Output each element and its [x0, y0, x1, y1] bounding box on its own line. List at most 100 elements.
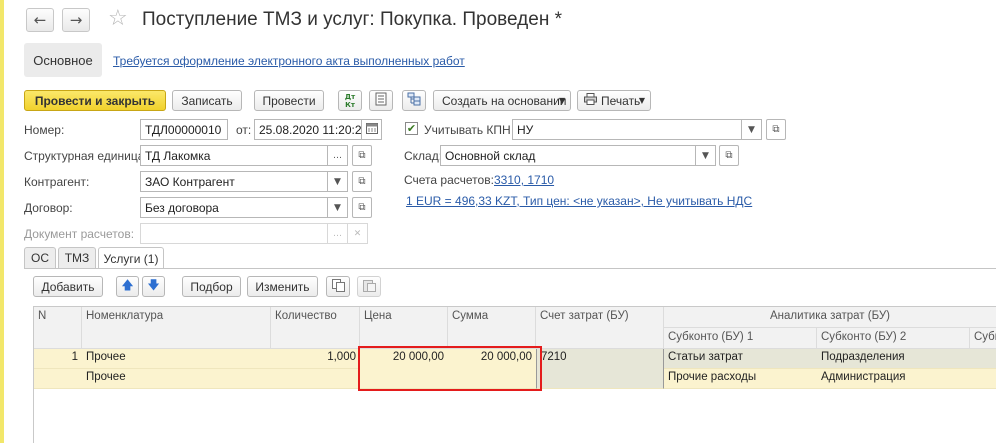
cell-subkonto-3-value [970, 369, 996, 389]
cell-nomenclature[interactable]: Прочее [82, 349, 271, 369]
col-header-subkonto-1[interactable]: Субконто (БУ) 1 [664, 328, 817, 349]
warehouse-field[interactable]: Основной склад [440, 145, 696, 166]
move-up-button[interactable]: 🡅 [116, 276, 139, 297]
contract-field[interactable]: Без договора [140, 197, 328, 218]
back-button[interactable]: ← [26, 8, 54, 32]
unit-field[interactable]: ТД Лакомка [140, 145, 328, 166]
warehouse-open-button[interactable]: ⧉ [719, 145, 739, 166]
unit-label: Структурная единица: [24, 149, 148, 163]
calendar-button[interactable] [362, 119, 382, 140]
ellipsis-icon: … [333, 228, 342, 239]
col-header-nomenclature[interactable]: Номенклатура [82, 307, 271, 349]
unit-select-button[interactable]: … [328, 145, 348, 166]
list-icon [375, 92, 387, 109]
print-menu[interactable]: Печать ▼ [577, 90, 651, 111]
print-label: Печать [601, 93, 641, 108]
contract-label: Договор: [24, 201, 73, 215]
edit-button[interactable]: Изменить [247, 276, 318, 297]
open-icon: ⧉ [358, 202, 366, 213]
dropdown-caret-icon: ▼ [334, 202, 341, 213]
cell-subkonto-2[interactable]: Подразделения [817, 349, 970, 369]
ellipsis-icon: … [333, 150, 342, 161]
forward-arrow-icon: → [69, 11, 83, 29]
unit-open-button[interactable]: ⧉ [352, 145, 372, 166]
col-header-price[interactable]: Цена [360, 307, 448, 349]
journal-button[interactable] [369, 90, 393, 111]
accounts-link[interactable]: 3310, 1710 [494, 173, 554, 187]
exchange-rate-link[interactable]: 1 EUR = 496,33 KZT, Тип цен: <не указан>… [406, 194, 752, 208]
create-based-on-menu[interactable]: Создать на основании ▼ [433, 90, 571, 111]
kpn-field[interactable]: НУ [512, 119, 742, 140]
warehouse-dropdown-button[interactable]: ▼ [696, 145, 716, 166]
back-arrow-icon: ← [33, 11, 47, 29]
cell-cost-account[interactable]: 7210 [536, 349, 664, 389]
col-header-analytics[interactable]: Аналитика затрат (БУ) [664, 307, 996, 328]
col-header-subkonto-2[interactable]: Субконто (БУ) 2 [817, 328, 970, 349]
create-based-label: Создать на основании [442, 93, 567, 108]
settlement-doc-field[interactable] [140, 223, 328, 244]
tab-os[interactable]: ОС [24, 247, 56, 268]
col-header-cost-account[interactable]: Счет затрат (БУ) [536, 307, 664, 349]
calendar-icon [365, 122, 378, 137]
left-accent-strip [0, 0, 4, 443]
cell-quantity[interactable]: 1,000 [271, 349, 360, 369]
favorite-star-icon[interactable]: ☆ [108, 6, 128, 31]
tab-tmz[interactable]: ТМЗ [58, 247, 96, 268]
open-icon: ⧉ [358, 150, 366, 161]
structure-button[interactable] [402, 90, 426, 111]
counterparty-open-button[interactable]: ⧉ [352, 171, 372, 192]
col-header-sum[interactable]: Сумма [448, 307, 536, 349]
date-label: от: [236, 123, 252, 137]
e-act-notice-link[interactable]: Требуется оформление электронного акта в… [113, 54, 465, 68]
cell-n-sub [34, 369, 82, 389]
dt-kt-icon: Дт Кт [344, 92, 356, 109]
move-down-button[interactable]: 🡇 [142, 276, 165, 297]
cell-n[interactable]: 1 [34, 349, 82, 369]
counterparty-label: Контрагент: [24, 175, 90, 189]
cell-quantity-sub [271, 369, 360, 389]
contract-open-button[interactable]: ⧉ [352, 197, 372, 218]
kpn-label: Учитывать КПН [424, 123, 511, 137]
post-and-close-button[interactable]: Провести и закрыть [24, 90, 166, 111]
arrow-down-icon: 🡇 [147, 278, 160, 292]
tab-divider [24, 268, 996, 269]
date-field[interactable]: 25.08.2020 11:20:22 [254, 119, 362, 140]
accounts-label: Счета расчетов: [404, 173, 494, 187]
cell-subkonto-1-value[interactable]: Прочие расходы [664, 369, 817, 389]
open-icon: ⧉ [725, 150, 733, 161]
clear-icon: ✕ [353, 228, 362, 239]
cell-nomenclature-sub[interactable]: Прочее [82, 369, 271, 389]
contract-dropdown-button[interactable]: ▼ [328, 197, 348, 218]
col-header-subkonto-3[interactable]: Субко [970, 328, 996, 349]
kpn-dropdown-button[interactable]: ▼ [742, 119, 762, 140]
cell-subkonto-1[interactable]: Статьи затрат [664, 349, 817, 369]
col-header-quantity[interactable]: Количество [271, 307, 360, 349]
paste-icon [362, 279, 376, 295]
paste-button[interactable] [357, 276, 381, 297]
number-label: Номер: [24, 123, 65, 137]
open-icon: ⧉ [772, 124, 780, 135]
cell-subkonto-2-value[interactable]: Администрация [817, 369, 970, 389]
settlement-doc-clear-button[interactable]: ✕ [348, 223, 368, 244]
counterparty-field[interactable]: ЗАО Контрагент [140, 171, 328, 192]
kpn-open-button[interactable]: ⧉ [766, 119, 786, 140]
post-button[interactable]: Провести [254, 90, 324, 111]
tab-services[interactable]: Услуги (1) [98, 247, 164, 269]
add-row-button[interactable]: Добавить [33, 276, 103, 297]
copy-button[interactable] [326, 276, 350, 297]
main-section-tab[interactable]: Основное [24, 43, 102, 77]
save-button[interactable]: Записать [172, 90, 242, 111]
dt-kt-button[interactable]: Дт Кт [338, 90, 362, 111]
col-header-n[interactable]: N [34, 307, 82, 349]
cell-subkonto-3[interactable] [970, 349, 996, 369]
pick-button[interactable]: Подбор [182, 276, 241, 297]
forward-button[interactable]: → [62, 8, 90, 32]
kpn-checkbox[interactable]: ✔ [405, 122, 418, 135]
page-title: Поступление ТМЗ и услуг: Покупка. Провед… [142, 9, 563, 30]
settlement-doc-select-button[interactable]: … [328, 223, 348, 244]
open-icon: ⧉ [358, 176, 366, 187]
counterparty-dropdown-button[interactable]: ▼ [328, 171, 348, 192]
services-table: N Номенклатура Количество Цена Сумма Сче… [33, 306, 996, 443]
arrow-up-icon: 🡅 [121, 278, 134, 292]
number-field[interactable]: ТДЛ00000010 [140, 119, 228, 140]
